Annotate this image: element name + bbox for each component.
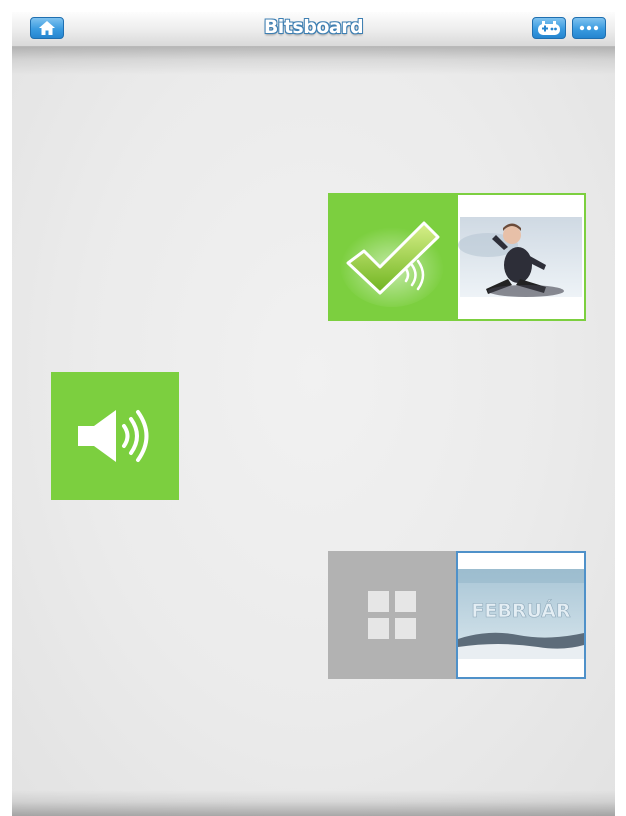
card-image-frame: FEBRUÁR	[456, 551, 586, 679]
card-image-frame	[458, 195, 584, 319]
photo-february-landscape: FEBRUÁR	[458, 569, 584, 659]
grid-icon	[368, 591, 416, 639]
speaker-icon	[78, 410, 149, 462]
more-icon	[579, 25, 599, 31]
answer-card-february[interactable]: FEBRUÁR	[328, 551, 586, 679]
more-button[interactable]	[572, 17, 606, 39]
checkmark-icon	[340, 221, 444, 307]
bottom-shadow	[12, 790, 615, 816]
game-button[interactable]	[532, 17, 566, 39]
app-screen: Bitsboard FEBRUÁR	[12, 12, 615, 816]
top-bar: Bitsboard	[12, 12, 615, 47]
app-title: Bitsboard	[263, 16, 364, 38]
answer-card-correct[interactable]	[328, 193, 586, 321]
top-bar-shadow	[12, 47, 615, 75]
game-controller-icon	[538, 21, 560, 35]
card-grid-indicator	[328, 551, 456, 679]
photo-child-sledding	[458, 217, 582, 297]
correct-indicator	[328, 193, 456, 321]
play-sound-button[interactable]	[51, 372, 179, 500]
february-caption: FEBRUÁR	[471, 599, 571, 622]
